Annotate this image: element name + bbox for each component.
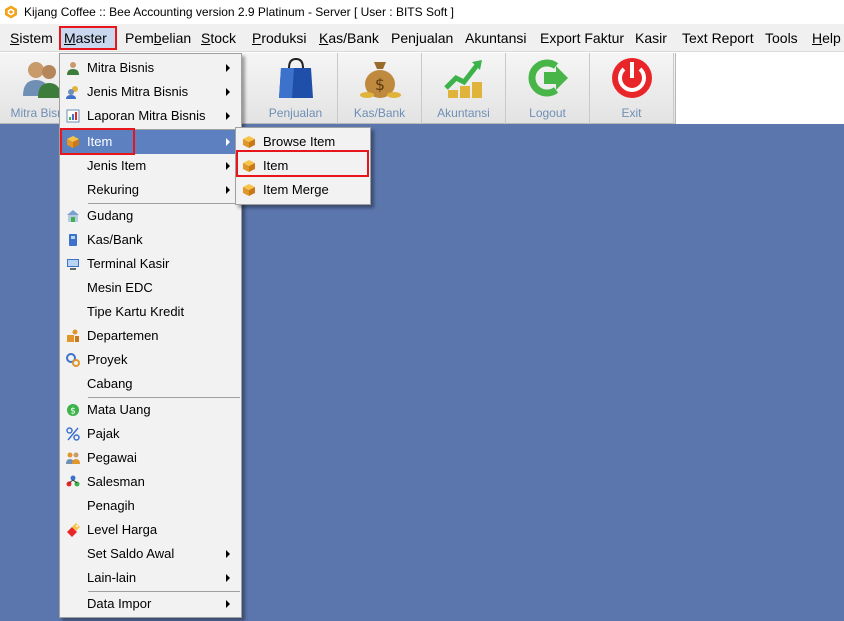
- money-bag-icon: $: [360, 62, 401, 98]
- submenu-item-item-merge[interactable]: Item Merge: [237, 178, 369, 202]
- menu-item-pajak[interactable]: Pajak: [61, 422, 240, 446]
- menu-item-salesman[interactable]: Salesman: [61, 470, 240, 494]
- submenu-item-browse-item[interactable]: Browse Item: [237, 130, 369, 154]
- menu-penjualan[interactable]: Penjualan: [387, 27, 457, 49]
- menu-item-gudang[interactable]: Gudang: [61, 204, 240, 228]
- toolbar-kas-bank-button[interactable]: $ Kas/Bank: [338, 53, 422, 124]
- person-icon: [67, 62, 79, 75]
- toolbar-akuntansi-label: Akuntansi: [437, 106, 490, 120]
- department-icon: [67, 329, 79, 342]
- chart-coins-icon: [444, 60, 482, 98]
- toolbar-akuntansi-button[interactable]: Akuntansi: [422, 53, 506, 124]
- menu-text-report[interactable]: Text Report: [678, 27, 758, 49]
- power-icon: [612, 58, 652, 98]
- toolbar-logout-label: Logout: [529, 106, 566, 120]
- submenu-arrow-icon: [226, 88, 230, 96]
- submenu-arrow-icon: [226, 138, 230, 146]
- toolbar-logout-button[interactable]: Logout: [506, 53, 590, 124]
- submenu-item-item[interactable]: Item: [237, 154, 369, 178]
- menu-item-mesin-edc[interactable]: Mesin EDC: [61, 276, 240, 300]
- menu-master[interactable]: Master: [59, 26, 117, 50]
- people-icon: [66, 86, 78, 99]
- users-icon: [23, 62, 61, 98]
- menu-sistem[interactable]: Sistem: [6, 27, 57, 49]
- menu-item-jenis-item[interactable]: Jenis Item: [61, 154, 240, 178]
- project-icon: [66, 353, 80, 367]
- item-box-icon: [67, 136, 79, 148]
- item-box-icon: [243, 184, 255, 196]
- menu-item-pegawai[interactable]: Pegawai: [61, 446, 240, 470]
- menu-item-proyek[interactable]: Proyek: [61, 348, 240, 372]
- menu-item-set-saldo-awal[interactable]: Set Saldo Awal: [61, 542, 240, 566]
- logout-icon: [528, 59, 568, 97]
- menu-item-departemen[interactable]: Departemen: [61, 324, 240, 348]
- salesman-icon: [66, 475, 80, 487]
- svg-text:$: $: [70, 407, 76, 417]
- item-submenu: Browse Item Item Item Merge: [235, 127, 371, 205]
- percent-icon: [66, 427, 80, 441]
- toolbar-penjualan-label: Penjualan: [268, 106, 323, 120]
- shopping-bag-icon: [279, 57, 313, 98]
- submenu-arrow-icon: [226, 574, 230, 582]
- window-title: Kijang Coffee :: Bee Accounting version …: [24, 5, 454, 19]
- bee-logo-icon: [5, 5, 17, 19]
- title-bar: Kijang Coffee :: Bee Accounting version …: [0, 0, 844, 24]
- toolbar-kas-bank-label: Kas/Bank: [353, 106, 406, 120]
- submenu-arrow-icon: [226, 186, 230, 194]
- submenu-arrow-icon: [226, 600, 230, 608]
- menu-stock[interactable]: Stock: [197, 27, 240, 49]
- submenu-arrow-icon: [226, 112, 230, 120]
- menu-item-item[interactable]: Item: [61, 130, 240, 154]
- menu-item-terminal-kasir[interactable]: Terminal Kasir: [61, 252, 240, 276]
- currency-icon: $: [67, 404, 79, 417]
- menu-item-mata-uang[interactable]: $ Mata Uang: [61, 398, 240, 422]
- menu-item-tipe-kartu-kredit[interactable]: Tipe Kartu Kredit: [61, 300, 240, 324]
- menu-kasir[interactable]: Kasir: [631, 27, 671, 49]
- menu-item-penagih[interactable]: Penagih: [61, 494, 240, 518]
- menu-bar: Sistem Master Pembelian Stock Produksi K…: [0, 24, 844, 52]
- menu-item-laporan-mitra-bisnis[interactable]: Laporan Mitra Bisnis: [61, 104, 240, 128]
- employee-icon: [66, 452, 80, 464]
- menu-tools[interactable]: Tools: [761, 27, 802, 49]
- menu-item-mitra-bisnis[interactable]: Mitra Bisnis: [61, 56, 240, 80]
- menu-export-faktur[interactable]: Export Faktur: [536, 27, 628, 49]
- price-level-icon: [67, 523, 80, 537]
- menu-item-lain-lain[interactable]: Lain-lain: [61, 566, 240, 590]
- toolbar-penjualan-button[interactable]: Penjualan: [254, 53, 338, 124]
- menu-item-level-harga[interactable]: Level Harga: [61, 518, 240, 542]
- menu-produksi[interactable]: Produksi: [248, 27, 310, 49]
- svg-text:$: $: [375, 75, 385, 94]
- toolbar-exit-label: Exit: [621, 106, 642, 120]
- submenu-arrow-icon: [226, 162, 230, 170]
- menu-item-rekuring[interactable]: Rekuring: [61, 178, 240, 202]
- menu-item-data-impor[interactable]: Data Impor: [61, 592, 240, 616]
- master-dropdown-menu: Mitra Bisnis Jenis Mitra Bisnis Laporan …: [59, 53, 242, 618]
- report-icon: [66, 109, 80, 123]
- toolbar-exit-button[interactable]: Exit: [590, 53, 674, 124]
- menu-kas-bank[interactable]: Kas/Bank: [315, 27, 383, 49]
- item-box-icon: [243, 136, 255, 148]
- bank-icon: [69, 234, 77, 246]
- menu-help[interactable]: Help: [808, 27, 844, 49]
- menu-item-jenis-mitra-bisnis[interactable]: Jenis Mitra Bisnis: [61, 80, 240, 104]
- menu-akuntansi[interactable]: Akuntansi: [461, 27, 530, 49]
- menu-pembelian[interactable]: Pembelian: [121, 27, 195, 49]
- submenu-arrow-icon: [226, 64, 230, 72]
- submenu-arrow-icon: [226, 550, 230, 558]
- item-box-icon: [243, 160, 255, 172]
- menu-item-cabang[interactable]: Cabang: [61, 372, 240, 396]
- menu-item-kas-bank[interactable]: Kas/Bank: [61, 228, 240, 252]
- terminal-icon: [67, 259, 79, 270]
- warehouse-icon: [67, 210, 79, 222]
